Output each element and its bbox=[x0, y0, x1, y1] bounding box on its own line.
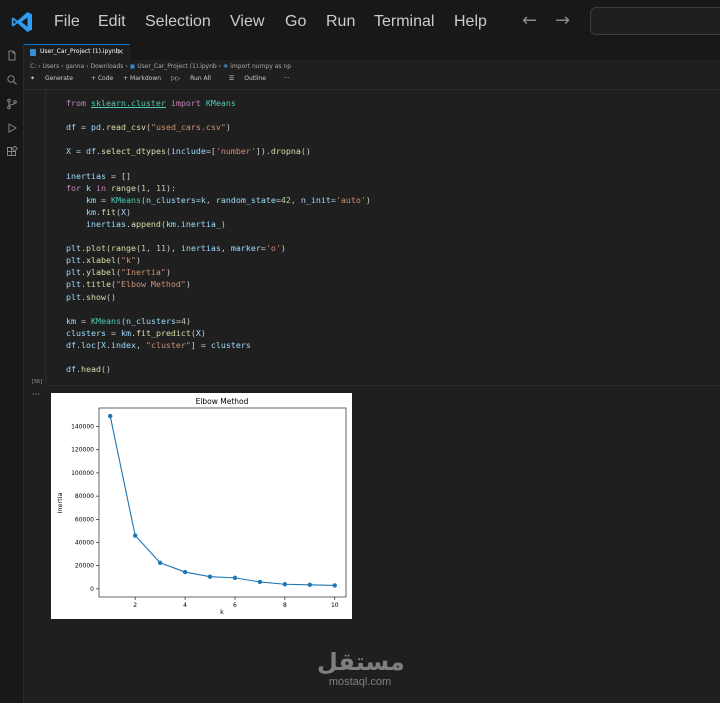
forward-arrow-icon[interactable]: → bbox=[555, 10, 570, 31]
x-tick-label: 8 bbox=[283, 602, 287, 609]
y-tick-label: 20000 bbox=[75, 563, 94, 570]
menu-view[interactable]: View bbox=[230, 0, 264, 44]
breadcrumb-drive[interactable]: C: bbox=[30, 63, 36, 70]
code-editor[interactable]: from sklearn.cluster import KMeans df = … bbox=[66, 97, 371, 375]
code-line: plt.ylabel("Inertia") bbox=[66, 267, 171, 278]
code-line: for k in range(1, 11): bbox=[66, 182, 176, 193]
breadcrumb-downloads[interactable]: Downloads bbox=[90, 63, 123, 70]
breadcrumb-file[interactable]: User_Car_Project (1).ipynb bbox=[137, 63, 217, 70]
add-markdown-button[interactable]: + Markdown bbox=[123, 75, 161, 82]
data-point bbox=[257, 579, 263, 585]
breadcrumb: C: › Users › ganna › Downloads › ▣ User_… bbox=[30, 63, 292, 70]
code-line: from sklearn.cluster import KMeans bbox=[66, 98, 236, 108]
x-tick-label: 10 bbox=[331, 602, 339, 609]
execution-count: [56] bbox=[31, 379, 44, 385]
y-tick-label: 100000 bbox=[71, 470, 94, 477]
notebook-file-icon bbox=[30, 49, 36, 56]
code-line: plt.xlabel("k") bbox=[66, 255, 141, 266]
sparkle-icon: ✦ bbox=[30, 75, 36, 82]
notebook-file-icon: ▣ bbox=[129, 63, 136, 70]
y-tick-label: 0 bbox=[90, 586, 94, 593]
source-control-icon[interactable] bbox=[6, 98, 18, 110]
code-line: df.loc[X.index, "cluster"] = clusters bbox=[66, 339, 251, 350]
menu-selection[interactable]: Selection bbox=[145, 0, 211, 44]
data-point bbox=[182, 569, 188, 575]
data-point bbox=[282, 582, 288, 587]
code-line: inertias.append(km.inertia_) bbox=[85, 218, 226, 229]
plot-output: Elbow Method k Inertia 2 4 6 8 10 0 20000 40000… bbox=[51, 393, 352, 619]
data-point bbox=[108, 413, 113, 419]
chart-title: Elbow Method bbox=[196, 397, 249, 406]
x-tick-label: 6 bbox=[233, 602, 237, 609]
breadcrumb-user[interactable]: ganna bbox=[65, 63, 84, 70]
extensions-icon[interactable] bbox=[6, 146, 18, 158]
y-tick-label: 60000 bbox=[75, 516, 94, 523]
y-tick-label: 120000 bbox=[71, 447, 94, 454]
elbow-chart: Elbow Method k Inertia 2 4 6 8 10 0 20000 40000… bbox=[56, 397, 347, 616]
output-actions-button[interactable]: ··· bbox=[32, 390, 40, 399]
code-line: df = pd.read_csv("used_cars.csv") bbox=[66, 122, 231, 133]
vscode-logo-icon bbox=[11, 12, 33, 32]
outline-icon: ☰ bbox=[228, 75, 235, 82]
watermark-arabic: مستقل bbox=[317, 648, 405, 676]
code-line: km = KMeans(n_clusters=k, random_state=4… bbox=[85, 194, 371, 205]
code-line: km.fit(X) bbox=[85, 206, 131, 217]
y-tick-label: 80000 bbox=[75, 493, 94, 500]
command-center-search[interactable] bbox=[590, 7, 720, 35]
run-all-button[interactable]: ▷▷ Run All bbox=[171, 75, 219, 82]
data-point bbox=[157, 560, 163, 565]
notebook-toolbar: ✦ Generate + Code + Markdown ▷▷ Run All … bbox=[30, 73, 298, 84]
run-all-icon: ▷▷ bbox=[170, 75, 181, 82]
generate-button[interactable]: ✦ Generate bbox=[30, 75, 81, 82]
title-bar: File Edit Selection View Go Run Terminal… bbox=[0, 0, 720, 44]
breadcrumb-cell[interactable]: import numpy as np bbox=[230, 63, 291, 70]
data-point bbox=[332, 583, 337, 588]
explorer-icon[interactable] bbox=[6, 50, 18, 62]
data-point bbox=[207, 574, 213, 579]
back-arrow-icon[interactable]: ← bbox=[522, 10, 537, 31]
more-actions-button[interactable]: ··· bbox=[284, 75, 290, 82]
x-tick-label: 4 bbox=[183, 602, 187, 609]
code-line: plt.show() bbox=[66, 291, 116, 302]
code-line: km = KMeans(n_clusters=4) bbox=[66, 315, 191, 326]
breadcrumb-users[interactable]: Users bbox=[42, 63, 59, 70]
y-axis-label: Inertia bbox=[56, 492, 64, 513]
code-line: plt.title("Elbow Method") bbox=[66, 279, 191, 290]
code-line: plt.plot(range(1, 11), inertias, marker=… bbox=[66, 243, 286, 254]
code-line: clusters = km.fit_predict(X) bbox=[66, 327, 206, 338]
divider bbox=[45, 385, 720, 386]
menu-terminal[interactable]: Terminal bbox=[374, 0, 434, 44]
add-code-button[interactable]: + Code bbox=[91, 75, 113, 82]
y-tick-label: 40000 bbox=[75, 540, 94, 547]
code-line: inertias = [] bbox=[66, 170, 131, 181]
plot-frame bbox=[98, 407, 347, 598]
y-tick-label: 140000 bbox=[71, 424, 94, 431]
menu-run[interactable]: Run bbox=[326, 0, 355, 44]
x-tick-label: 2 bbox=[133, 602, 137, 609]
series-line bbox=[109, 416, 335, 586]
x-axis-label: k bbox=[220, 608, 224, 616]
outline-button[interactable]: ☰ Outline bbox=[229, 75, 274, 82]
tab-label: User_Car_Project (1).ipynb bbox=[40, 48, 120, 55]
menu-go[interactable]: Go bbox=[285, 0, 306, 44]
activity-bar bbox=[0, 44, 24, 703]
tab-notebook[interactable]: User_Car_Project (1).ipynb × bbox=[24, 44, 130, 60]
menu-edit[interactable]: Edit bbox=[98, 0, 126, 44]
menu-help[interactable]: Help bbox=[454, 0, 487, 44]
watermark: مستقل mostaql.com bbox=[317, 648, 405, 688]
data-point bbox=[232, 575, 238, 581]
cell-symbol-icon: ❖ bbox=[222, 63, 229, 70]
tab-bar: User_Car_Project (1).ipynb × bbox=[24, 44, 720, 60]
watermark-url: mostaql.com bbox=[328, 676, 392, 688]
data-point bbox=[132, 533, 138, 538]
data-point bbox=[307, 582, 313, 588]
search-icon[interactable] bbox=[6, 74, 18, 86]
code-line: df.head() bbox=[66, 364, 111, 375]
code-line: X = df.select_dtypes(include=['number'])… bbox=[66, 146, 311, 157]
close-icon[interactable]: × bbox=[117, 45, 124, 59]
menu-file[interactable]: File bbox=[54, 0, 80, 44]
run-debug-icon[interactable] bbox=[6, 122, 18, 134]
